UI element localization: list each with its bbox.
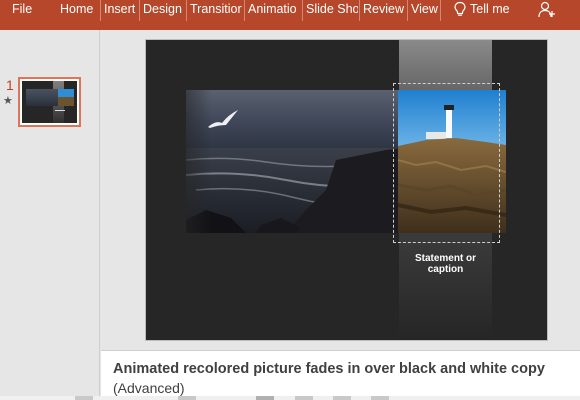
tab-file[interactable]: File: [12, 0, 42, 30]
tab-home[interactable]: Home: [60, 0, 96, 30]
ribbon-tab-bar: File Home Insert Design Transitior Anima…: [0, 0, 580, 30]
notes-subtitle: (Advanced): [113, 380, 185, 396]
tab-divider: [440, 0, 441, 21]
slide-number: 1: [6, 77, 14, 93]
tab-divider: [302, 0, 303, 21]
tab-divider: [186, 0, 187, 21]
tab-divider: [407, 0, 408, 21]
tab-view[interactable]: View: [411, 0, 439, 30]
tab-divider: [139, 0, 140, 21]
tell-me-box[interactable]: Tell me: [470, 0, 520, 30]
animation-star-icon: ★: [3, 95, 13, 107]
tab-insert[interactable]: Insert: [104, 0, 138, 30]
slide-canvas[interactable]: Statement or caption: [146, 40, 547, 340]
tab-animations[interactable]: Animatio: [248, 0, 300, 30]
reading-view-icon[interactable]: [333, 396, 351, 400]
tab-divider: [100, 0, 101, 21]
slide-thumbnail-pane: 1 ★: [0, 30, 100, 400]
tab-design[interactable]: Design: [143, 0, 185, 30]
slide-thumbnail[interactable]: [18, 77, 81, 127]
person-add-icon[interactable]: [538, 0, 556, 20]
notes-pane[interactable]: Animated recolored picture fades in over…: [101, 350, 580, 400]
selection-box[interactable]: [393, 83, 500, 243]
status-bar: [0, 396, 580, 400]
normal-view-icon[interactable]: [256, 396, 274, 400]
tab-divider: [244, 0, 245, 21]
tab-divider: [359, 0, 360, 21]
slide-sorter-icon[interactable]: [295, 396, 313, 400]
tab-slide-show[interactable]: Slide Sho: [306, 0, 358, 30]
tab-review[interactable]: Review: [363, 0, 405, 30]
tab-transitions[interactable]: Transitior: [190, 0, 242, 30]
slideshow-icon[interactable]: [371, 396, 389, 400]
lightbulb-icon[interactable]: [453, 1, 467, 18]
notes-title: Animated recolored picture fades in over…: [113, 361, 545, 377]
caption-text[interactable]: Statement or caption: [399, 253, 492, 275]
comments-icon[interactable]: [178, 396, 196, 400]
notes-icon[interactable]: [75, 396, 93, 400]
thumbnail-preview: [22, 81, 77, 123]
